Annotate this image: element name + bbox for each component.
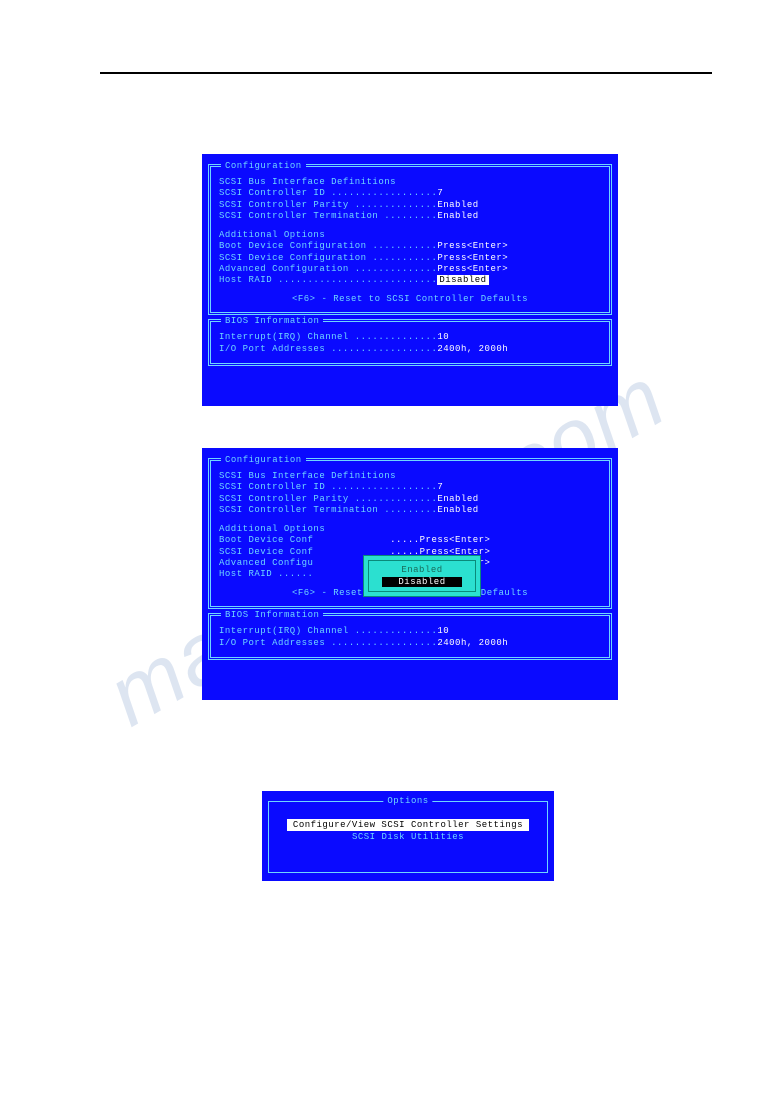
- section-header: SCSI Bus Interface Definitions: [219, 471, 601, 482]
- info-row: Interrupt(IRQ) Channel ..............10: [219, 626, 601, 637]
- options-panel: Options Configure/View SCSI Controller S…: [268, 801, 548, 873]
- config-row[interactable]: SCSI Controller Termination .........Ena…: [219, 211, 601, 222]
- options-box: Options Configure/View SCSI Controller S…: [262, 791, 554, 881]
- dropdown-option-enabled[interactable]: Enabled: [375, 565, 469, 575]
- panel-title: Configuration: [221, 161, 306, 171]
- config-row[interactable]: SCSI Controller Parity ..............Ena…: [219, 200, 601, 211]
- section-header: Additional Options: [219, 230, 601, 241]
- config-row[interactable]: SCSI Controller ID ..................7: [219, 482, 601, 493]
- config-row[interactable]: SCSI Device Configuration ...........Pre…: [219, 253, 601, 264]
- panel-title: BIOS Information: [221, 316, 323, 326]
- panel-title: BIOS Information: [221, 610, 323, 620]
- bios-info-panel: BIOS Information Interrupt(IRQ) Channel …: [208, 319, 612, 366]
- config-row[interactable]: Boot Device Conf_____________.....Press<…: [219, 535, 601, 546]
- bios-info-panel: BIOS Information Interrupt(IRQ) Channel …: [208, 613, 612, 660]
- section-header: SCSI Bus Interface Definitions: [219, 177, 601, 188]
- config-row[interactable]: SCSI Controller Parity ..............Ena…: [219, 494, 601, 505]
- option-configure-view[interactable]: Configure/View SCSI Controller Settings: [277, 820, 539, 830]
- dropdown-popup: Enabled Disabled: [363, 555, 481, 597]
- config-panel: Configuration SCSI Bus Interface Definit…: [208, 458, 612, 609]
- bios-config-box-1: Configuration SCSI Bus Interface Definit…: [202, 154, 618, 406]
- panel-title: Options: [383, 796, 432, 806]
- divider: [100, 72, 712, 74]
- info-row: Interrupt(IRQ) Channel ..............10: [219, 332, 601, 343]
- config-row[interactable]: Advanced Configuration ..............Pre…: [219, 264, 601, 275]
- config-panel: Configuration SCSI Bus Interface Definit…: [208, 164, 612, 315]
- info-row: I/O Port Addresses ..................240…: [219, 638, 601, 649]
- config-row[interactable]: SCSI Controller Termination .........Ena…: [219, 505, 601, 516]
- panel-title: Configuration: [221, 455, 306, 465]
- config-row[interactable]: Boot Device Configuration ...........Pre…: [219, 241, 601, 252]
- option-disk-utilities[interactable]: SCSI Disk Utilities: [277, 832, 539, 842]
- section-header: Additional Options: [219, 524, 601, 535]
- bios-config-box-2: Configuration SCSI Bus Interface Definit…: [202, 448, 618, 700]
- help-line: <F6> - Reset to SCSI Controller Defaults: [219, 294, 601, 304]
- config-row-selected[interactable]: Host RAID ...........................Dis…: [219, 275, 601, 286]
- dropdown-option-disabled[interactable]: Disabled: [382, 577, 461, 587]
- config-row[interactable]: SCSI Controller ID ..................7: [219, 188, 601, 199]
- info-row: I/O Port Addresses ..................240…: [219, 344, 601, 355]
